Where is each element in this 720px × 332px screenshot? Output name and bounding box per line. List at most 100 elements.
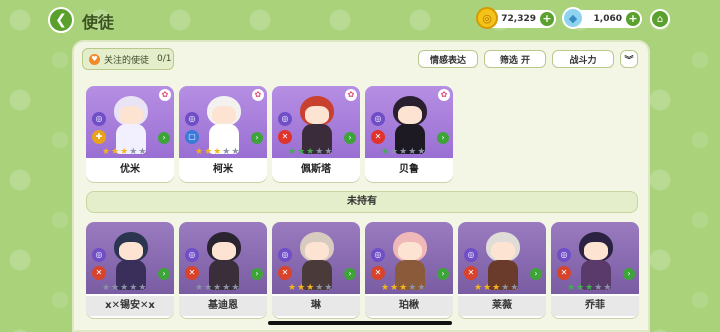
disciple-name: x✕锡安✕x: [86, 296, 174, 316]
emotion-expression-button[interactable]: 情感表达: [418, 50, 478, 68]
disciple-card[interactable]: ◎ ✚ › ✿ ★ ★ ★ ★ ★ 优米: [86, 86, 174, 182]
star-icon: ★: [399, 283, 408, 293]
unowned-section-header: 未持有: [86, 191, 638, 213]
chevron-right-icon[interactable]: ›: [623, 268, 635, 280]
home-icon[interactable]: ⌂: [650, 9, 670, 29]
star-icon: ★: [324, 147, 333, 157]
disciple-face: [398, 242, 422, 260]
star-rating: ★ ★ ★ ★ ★: [195, 284, 239, 293]
element-type-icon: ◎: [557, 248, 571, 262]
star-icon: ★: [510, 283, 519, 293]
coin-icon: ◎: [476, 7, 498, 29]
disciple-card[interactable]: ◎ ✕ › ✿ ★ ★ ★ ★ ★ 佩斯塔: [272, 86, 360, 182]
star-icon: ★: [204, 147, 213, 157]
disciple-face: [119, 106, 143, 124]
star-icon: ★: [102, 147, 111, 157]
chevron-right-icon[interactable]: ›: [437, 132, 449, 144]
star-icon: ★: [474, 283, 483, 293]
star-icon: ★: [381, 147, 390, 157]
favorite-icon[interactable]: ✿: [345, 89, 357, 101]
chevron-right-icon[interactable]: ›: [344, 132, 356, 144]
star-icon: ★: [138, 147, 147, 157]
disciple-card[interactable]: ◎ ✕ › ★ ★ ★ ★ ★ x✕锡安✕x: [86, 222, 174, 318]
element-type-icon: ◎: [371, 248, 385, 262]
double-chevron-down-icon[interactable]: ︾: [620, 50, 638, 68]
star-icon: ★: [576, 283, 585, 293]
element-type-icon: ◎: [185, 248, 199, 262]
star-icon: ★: [585, 283, 594, 293]
star-icon: ★: [306, 147, 315, 157]
star-icon: ★: [129, 147, 138, 157]
role-icon: ✕: [278, 130, 292, 144]
element-type-icon: ◎: [371, 112, 385, 126]
chevron-right-icon[interactable]: ›: [344, 268, 356, 280]
chevron-right-icon[interactable]: ›: [251, 268, 263, 280]
disciple-face: [119, 242, 143, 260]
star-rating: ★ ★ ★ ★ ★: [567, 284, 611, 293]
chevron-right-icon[interactable]: ›: [158, 132, 170, 144]
star-icon: ★: [231, 147, 240, 157]
chevron-right-icon[interactable]: ›: [437, 268, 449, 280]
top-bar: ❮ 使徒 ◎ 72,329 + ◆ 1,060 + ⌂: [0, 0, 720, 38]
star-icon: ★: [501, 283, 510, 293]
gem-icon: ◆: [562, 7, 584, 29]
heart-icon: ♥: [89, 53, 100, 65]
disciple-name: 基迪恩: [179, 296, 267, 316]
star-icon: ★: [129, 283, 138, 293]
star-icon: ★: [195, 147, 204, 157]
star-icon: ★: [231, 283, 240, 293]
follow-label: 关注的使徒: [104, 55, 150, 66]
disciple-card[interactable]: ◎ ✕ › ★ ★ ★ ★ ★ 基迪恩: [179, 222, 267, 318]
disciple-card[interactable]: ◎ ✕ › ★ ★ ★ ★ ★ 琳: [272, 222, 360, 318]
star-icon: ★: [399, 147, 408, 157]
add-gems-button[interactable]: +: [626, 12, 640, 26]
followed-disciples-toggle[interactable]: ♥ 关注的使徒 0/1: [82, 48, 174, 70]
disciple-face: [584, 242, 608, 260]
role-icon: ✚: [92, 130, 106, 144]
disciples-panel: ♥ 关注的使徒 0/1 情感表达 筛选 开 战斗力 ︾ ◎ ✚ › ✿ ★ ★ ★ ★ ★ 优米 ◎…: [72, 40, 650, 332]
chevron-right-icon[interactable]: ›: [251, 132, 263, 144]
favorite-icon[interactable]: ✿: [438, 89, 450, 101]
role-icon: ✕: [371, 266, 385, 280]
star-icon: ★: [324, 283, 333, 293]
star-icon: ★: [120, 147, 129, 157]
star-icon: ★: [195, 283, 204, 293]
disciple-card[interactable]: ◎ ✕ › ✿ ★ ★ ★ ★ ★ 贝鲁: [365, 86, 453, 182]
disciple-face: [305, 242, 329, 260]
add-coins-button[interactable]: +: [540, 12, 554, 26]
disciple-card[interactable]: ◎ ✕ › ★ ★ ★ ★ ★ 珀楸: [365, 222, 453, 318]
role-icon: ✕: [185, 266, 199, 280]
disciple-name: 莱薇: [458, 296, 546, 316]
back-arrow-icon[interactable]: ❮: [48, 7, 74, 33]
disciple-card[interactable]: ◎ ▢ › ✿ ★ ★ ★ ★ ★ 柯米: [179, 86, 267, 182]
star-icon: ★: [297, 147, 306, 157]
star-rating: ★ ★ ★ ★ ★: [381, 148, 425, 157]
disciple-card[interactable]: ◎ ✕ › ★ ★ ★ ★ ★ 乔菲: [551, 222, 639, 318]
disciple-name: 珀楸: [365, 296, 453, 316]
filter-button[interactable]: 筛选 开: [484, 50, 546, 68]
star-rating: ★ ★ ★ ★ ★: [102, 148, 146, 157]
home-indicator[interactable]: [268, 321, 452, 325]
element-type-icon: ◎: [464, 248, 478, 262]
follow-count: 0/1: [157, 54, 172, 64]
star-icon: ★: [213, 147, 222, 157]
disciple-face: [212, 106, 236, 124]
gem-counter: ◆ 1,060 +: [562, 7, 642, 29]
star-icon: ★: [315, 147, 324, 157]
star-rating: ★ ★ ★ ★ ★: [288, 148, 332, 157]
star-rating: ★ ★ ★ ★ ★: [102, 284, 146, 293]
sort-power-button[interactable]: 战斗力: [552, 50, 614, 68]
chevron-right-icon[interactable]: ›: [530, 268, 542, 280]
star-icon: ★: [222, 147, 231, 157]
role-icon: ✕: [278, 266, 292, 280]
chevron-right-icon[interactable]: ›: [158, 268, 170, 280]
favorite-icon[interactable]: ✿: [252, 89, 264, 101]
element-type-icon: ◎: [278, 112, 292, 126]
star-icon: ★: [288, 283, 297, 293]
star-icon: ★: [222, 283, 231, 293]
star-icon: ★: [306, 283, 315, 293]
favorite-icon[interactable]: ✿: [159, 89, 171, 101]
disciple-card[interactable]: ◎ ✕ › ★ ★ ★ ★ ★ 莱薇: [458, 222, 546, 318]
star-rating: ★ ★ ★ ★ ★: [195, 148, 239, 157]
star-icon: ★: [408, 283, 417, 293]
